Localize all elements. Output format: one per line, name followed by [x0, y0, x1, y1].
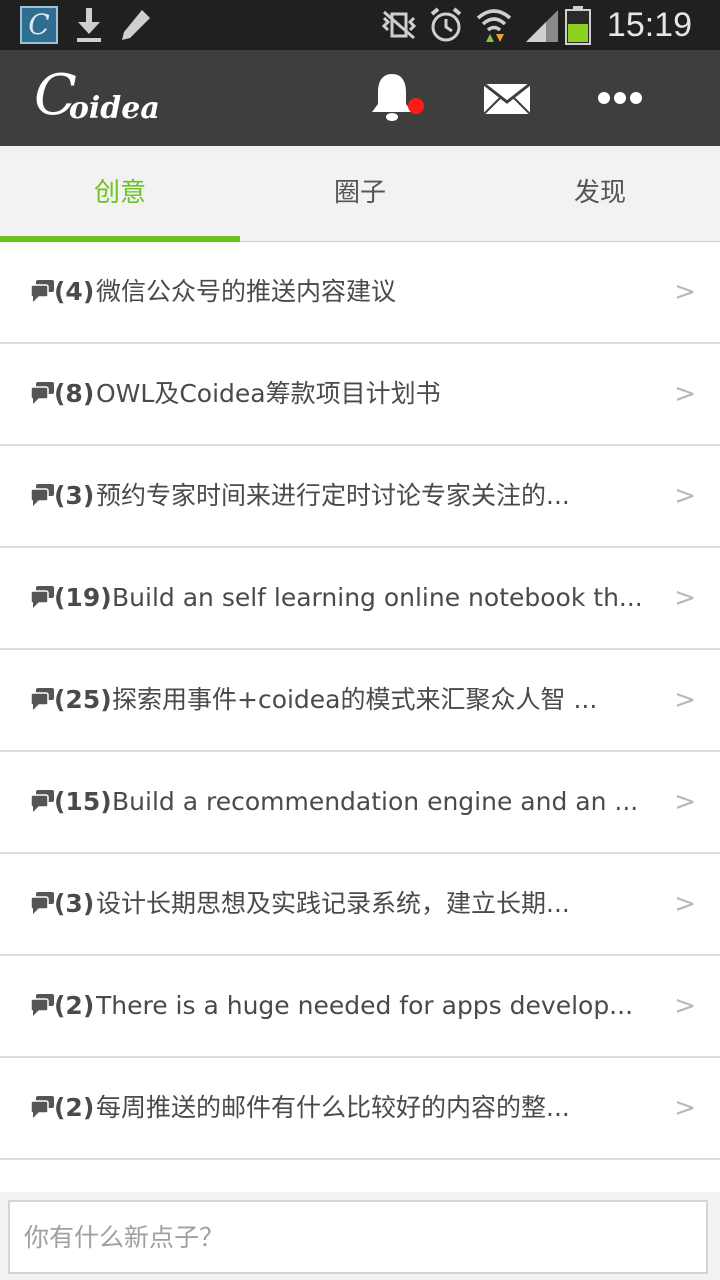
logo-wordmark: oidea	[68, 91, 160, 126]
comment-count: (2)	[54, 1093, 95, 1122]
comments-icon	[30, 688, 54, 710]
more-icon	[598, 92, 642, 104]
list-item[interactable]: (8) OWL及Coidea筹款项目计划书 >	[0, 344, 720, 446]
chevron-right-icon: >	[674, 991, 696, 1021]
download-icon	[77, 8, 101, 42]
idea-title: 每周推送的邮件有什么比较好的内容的整...	[96, 1093, 570, 1122]
list-item[interactable]: (2) 每周推送的邮件有什么比较好的内容的整... >	[0, 1058, 720, 1160]
battery-icon	[565, 6, 591, 45]
wifi-icon	[476, 9, 512, 42]
list-item[interactable]: (15) Build a recommendation engine and a…	[0, 752, 720, 854]
notification-dot	[408, 98, 424, 114]
idea-title: 探索用事件+coidea的模式来汇聚众人智 ...	[112, 685, 598, 714]
comment-count: (25)	[54, 685, 112, 714]
signal-icon	[526, 10, 558, 42]
idea-title: 预约专家时间来进行定时讨论专家关注的...	[96, 481, 570, 510]
comment-count: (19)	[54, 583, 112, 612]
tab-bar: 创意 圈子 发现	[0, 146, 720, 242]
status-bar: C 15:19	[0, 0, 720, 50]
idea-list: (4) 微信公众号的推送内容建议 > (8) OWL及Coidea筹款项目计划书…	[0, 242, 720, 1160]
clock-time: 15:19	[606, 6, 692, 44]
tab-ideas[interactable]: 创意	[0, 146, 240, 241]
app-bar: Coidea	[0, 50, 720, 146]
chevron-right-icon: >	[674, 889, 696, 919]
chevron-right-icon: >	[674, 1093, 696, 1123]
coidea-logo[interactable]: Coidea	[34, 68, 160, 124]
idea-title: 设计长期思想及实践记录系统，建立长期...	[96, 889, 570, 918]
comments-icon	[30, 994, 54, 1016]
comment-count: (3)	[54, 481, 95, 510]
notifications-button[interactable]	[364, 70, 424, 126]
list-item[interactable]: (4) 微信公众号的推送内容建议 >	[0, 242, 720, 344]
list-item[interactable]: (3) 设计长期思想及实践记录系统，建立长期... >	[0, 854, 720, 956]
comment-count: (15)	[54, 787, 112, 816]
chevron-right-icon: >	[674, 583, 696, 613]
list-item[interactable]: (3) 预约专家时间来进行定时讨论专家关注的... >	[0, 446, 720, 548]
chevron-right-icon: >	[674, 379, 696, 409]
idea-title: OWL及Coidea筹款项目计划书	[96, 379, 441, 408]
more-button[interactable]	[590, 70, 650, 126]
comment-count: (4)	[54, 277, 95, 306]
comment-count: (2)	[54, 991, 95, 1020]
idea-title: 微信公众号的推送内容建议	[96, 277, 397, 306]
alarm-icon	[430, 7, 462, 42]
pencil-icon	[122, 10, 150, 40]
messages-button[interactable]	[478, 70, 538, 126]
chevron-right-icon: >	[674, 787, 696, 817]
idea-title: Build a recommendation engine and an ...	[112, 787, 639, 816]
mail-icon	[483, 82, 531, 115]
vibrate-off-icon	[381, 10, 417, 40]
comment-count: (3)	[54, 889, 95, 918]
list-item[interactable]: (19) Build an self learning online noteb…	[0, 548, 720, 650]
comments-icon	[30, 280, 54, 302]
comment-count: (8)	[54, 379, 95, 408]
comments-icon	[30, 382, 54, 404]
comments-icon	[30, 1096, 54, 1118]
list-item[interactable]: (25) 探索用事件+coidea的模式来汇聚众人智 ... >	[0, 650, 720, 752]
chevron-right-icon: >	[674, 685, 696, 715]
new-idea-input[interactable]	[8, 1200, 708, 1274]
idea-title: Build an self learning online notebook t…	[112, 583, 643, 612]
comments-icon	[30, 586, 54, 608]
idea-title: There is a huge needed for apps develop.…	[96, 991, 634, 1020]
chevron-right-icon: >	[674, 481, 696, 511]
coidea-app-icon: C	[20, 6, 58, 44]
comments-icon	[30, 484, 54, 506]
list-item[interactable]: (2) There is a huge needed for apps deve…	[0, 956, 720, 1058]
composer-bar	[0, 1192, 720, 1280]
chevron-right-icon: >	[674, 277, 696, 307]
tab-circles[interactable]: 圈子	[240, 146, 480, 241]
comments-icon	[30, 790, 54, 812]
tab-discover[interactable]: 发现	[480, 146, 720, 241]
comments-icon	[30, 892, 54, 914]
